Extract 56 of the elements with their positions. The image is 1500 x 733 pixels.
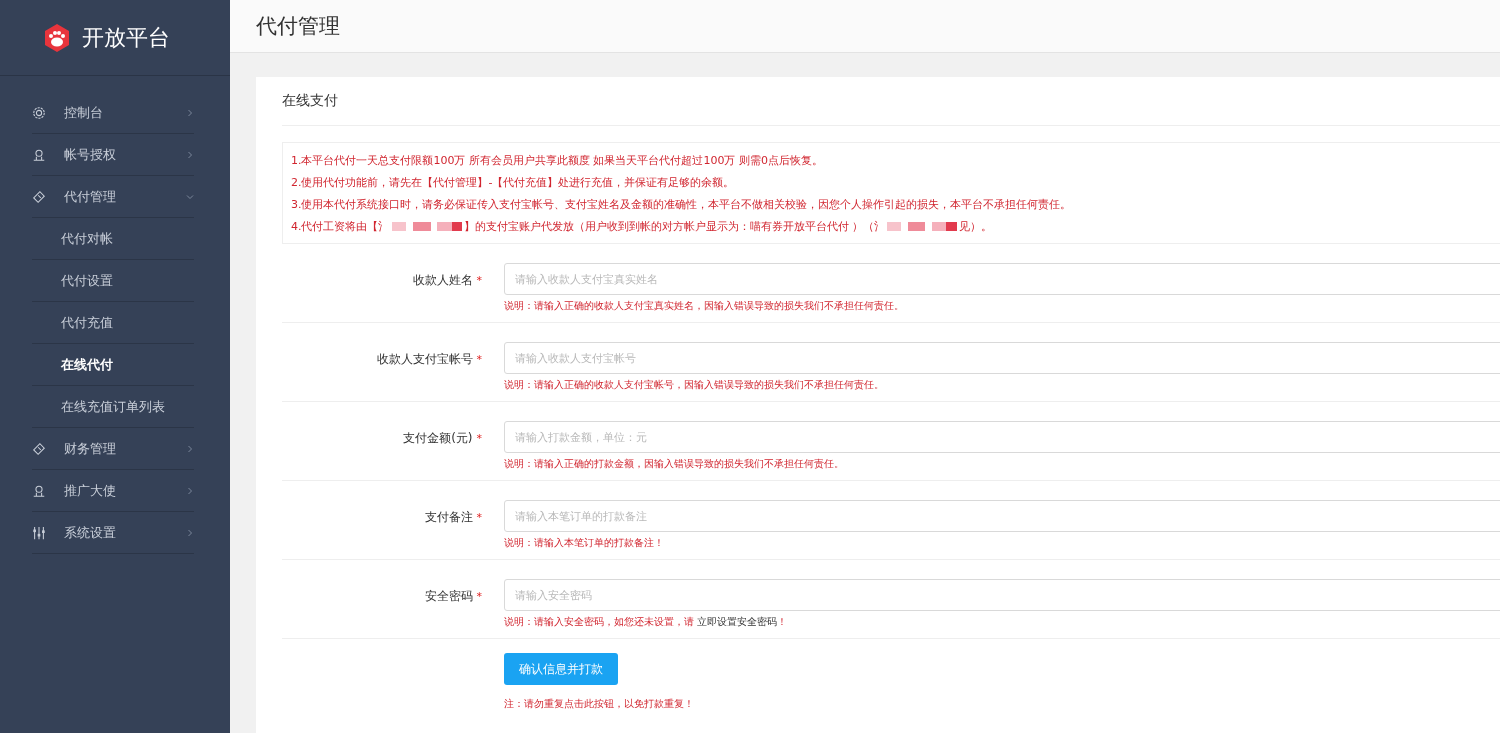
person-icon bbox=[32, 483, 46, 498]
sidebar-item[interactable]: 财务管理 bbox=[32, 428, 194, 470]
chevron-icon bbox=[186, 486, 194, 495]
person-icon bbox=[32, 147, 46, 162]
input-field[interactable]: 请输入收款人支付宝真实姓名 bbox=[504, 263, 1500, 295]
field-label: 收款人姓名 bbox=[412, 273, 473, 287]
sidebar-item[interactable]: 系统设置 bbox=[32, 512, 194, 554]
paw-logo-icon bbox=[42, 22, 72, 53]
sidebar-subitem[interactable]: 在线充值订单列表 bbox=[32, 386, 194, 428]
required-mark: * bbox=[476, 432, 482, 445]
field-label: 安全密码 bbox=[424, 589, 473, 603]
notice-text: 3.使用本代付系统接口时，请务必保证传入支付宝帐号、支付宝姓名及金额的准确性，本平台不做相关校验，因您个人操作引起的损失，本平台不承担任何责任。 bbox=[291, 196, 1072, 212]
gear-icon bbox=[32, 105, 46, 120]
set-password-link[interactable]: 立即设置安全密码 bbox=[697, 616, 778, 627]
chevron-icon bbox=[186, 192, 194, 201]
hint-text: 说明：请输入正确的收款人支付宝真实姓名，因输入错误导致的损失我们不承担任何责任。 bbox=[504, 299, 905, 313]
ticket-icon bbox=[32, 189, 46, 204]
sidebar-subitem[interactable]: 代付对帐 bbox=[32, 218, 194, 260]
chevron-icon bbox=[186, 444, 194, 453]
hint-text: 说明：请输入正确的收款人支付宝帐号，因输入错误导致的损失我们不承担任何责任。 bbox=[504, 378, 885, 392]
redaction-mark bbox=[887, 221, 957, 231]
hint-text: 说明：请输入安全密码，如您还未设置，请 立即设置安全密码！ bbox=[504, 615, 789, 629]
chevron-icon bbox=[186, 528, 194, 537]
required-mark: * bbox=[476, 353, 482, 366]
input-field[interactable]: 请输入打款金额，单位：元 bbox=[504, 421, 1500, 453]
card-title: 在线支付 bbox=[282, 77, 1500, 126]
required-mark: * bbox=[476, 511, 482, 524]
required-mark: * bbox=[476, 590, 482, 603]
notice-text: 】的支付宝账户代发放（用户收到到帐的对方帐户显示为：喵有券开放平台代付 ）（氵 bbox=[463, 218, 885, 234]
field-label: 收款人支付宝帐号 bbox=[376, 352, 473, 366]
sidebar-subitem[interactable]: 代付设置 bbox=[32, 260, 194, 302]
notice-text: 4.代付工资将由【氵 bbox=[291, 218, 390, 234]
sidebar-subitem[interactable]: 代付充值 bbox=[32, 302, 194, 344]
sliders-icon bbox=[32, 525, 46, 540]
required-mark: * bbox=[476, 274, 482, 287]
chevron-icon bbox=[186, 150, 194, 159]
hint-text: 说明：请输入本笔订单的打款备注！ bbox=[504, 536, 665, 550]
hint-text: 说明：请输入正确的打款金额，因输入错误导致的损失我们不承担任何责任。 bbox=[504, 457, 845, 471]
notice-text: 2.使用代付功能前，请先在【代付管理】-【代付充值】处进行充值，并保证有足够的余额。 bbox=[291, 174, 735, 190]
sidebar-item[interactable]: 帐号授权 bbox=[32, 134, 194, 176]
sidebar-item[interactable]: 推广大使 bbox=[32, 470, 194, 512]
sidebar-subitem[interactable]: 在线代付 bbox=[32, 344, 194, 386]
notice-text: 1.本平台代付一天总支付限额100万 所有会员用户共享此额度 如果当天平台代付超过100万 则需0点后恢复。 bbox=[291, 152, 823, 168]
notice-text: 见）。 bbox=[959, 218, 992, 234]
field-label: 支付金额(元) bbox=[403, 431, 473, 445]
redaction-mark bbox=[391, 221, 462, 231]
footnote-text: 注：请勿重复点击此按钮，以免打款重复！ bbox=[504, 697, 695, 711]
page-title: 代付管理 bbox=[256, 13, 340, 40]
field-label: 支付备注 bbox=[424, 510, 473, 524]
input-field[interactable]: 请输入本笔订单的打款备注 bbox=[504, 500, 1500, 532]
sidebar-item[interactable]: 代付管理 bbox=[32, 176, 194, 218]
ticket-icon bbox=[32, 441, 46, 456]
sidebar-item[interactable]: 控制台 bbox=[32, 92, 194, 134]
input-field[interactable]: 请输入安全密码 bbox=[504, 579, 1500, 611]
chevron-icon bbox=[186, 108, 194, 117]
brand-name: 开放平台 bbox=[82, 23, 170, 52]
